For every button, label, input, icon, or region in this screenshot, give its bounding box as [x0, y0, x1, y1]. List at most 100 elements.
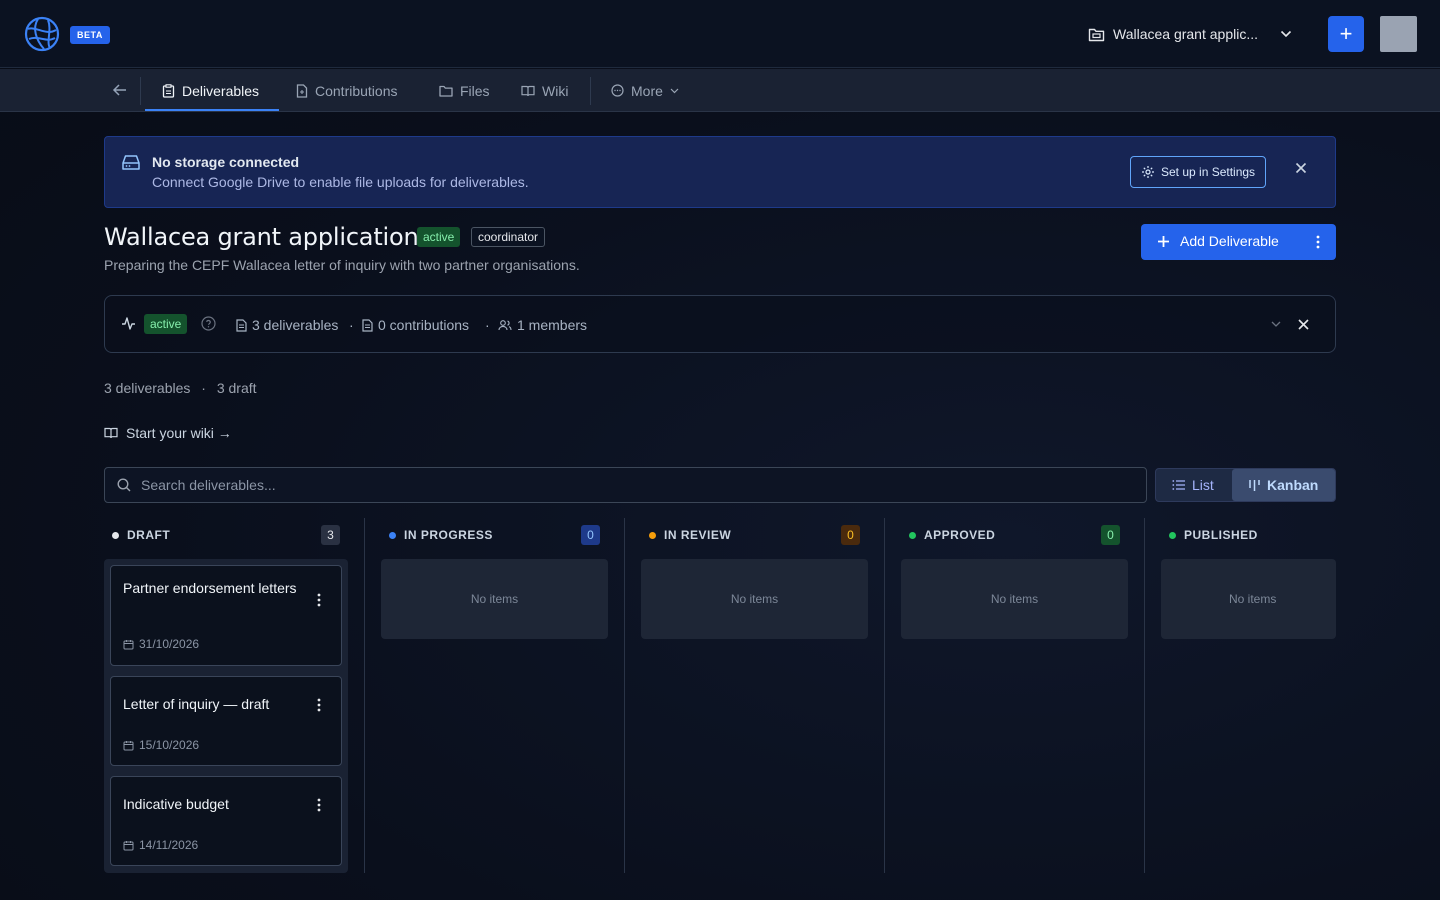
- deliverable-card[interactable]: Partner endorsement letters 31/10/2026: [110, 565, 342, 666]
- column-divider: [884, 518, 885, 873]
- tab-label: Wiki: [542, 82, 569, 99]
- start-wiki-link[interactable]: Start your wiki →: [104, 425, 232, 441]
- card-due-date: 15/10/2026: [123, 738, 199, 752]
- members-count-label: 1 members: [517, 317, 588, 333]
- setup-settings-label: Set up in Settings: [1161, 165, 1256, 179]
- storage-banner: No storage connected Connect Google Driv…: [104, 136, 1336, 208]
- more-vertical-icon[interactable]: [317, 798, 321, 812]
- status-dot: [1169, 531, 1176, 539]
- tab-files[interactable]: Files: [439, 69, 490, 112]
- column-header-approved: APPROVED: [909, 526, 995, 544]
- close-icon[interactable]: [1295, 162, 1307, 174]
- column-header-in-review: IN REVIEW: [649, 526, 731, 544]
- contributions-count: 0 contributions: [362, 317, 469, 333]
- card-title: Indicative budget: [123, 796, 229, 812]
- column-title: IN PROGRESS: [404, 528, 493, 542]
- more-vertical-icon[interactable]: [317, 698, 321, 712]
- search-bar: [104, 467, 1147, 503]
- view-toggle: List Kanban: [1155, 468, 1336, 502]
- calendar-icon: [123, 639, 134, 650]
- avatar[interactable]: [1380, 16, 1417, 52]
- column-divider: [624, 518, 625, 873]
- summary-draft: 3 draft: [216, 380, 257, 396]
- column-title: DRAFT: [127, 528, 171, 542]
- list-view-button[interactable]: List: [1172, 469, 1214, 501]
- separator: ·: [485, 317, 490, 333]
- card-title: Partner endorsement letters: [123, 580, 297, 596]
- kanban-view-label: Kanban: [1267, 477, 1319, 493]
- column-divider: [364, 518, 365, 873]
- file-text-icon: [236, 318, 247, 332]
- page-title: Wallacea grant application: [104, 223, 419, 251]
- members-count: 1 members: [498, 317, 587, 333]
- beta-badge: BETA: [70, 26, 110, 44]
- circle-dots-icon: [611, 84, 624, 97]
- column-title: PUBLISHED: [1184, 528, 1258, 542]
- chevron-down-icon[interactable]: [1271, 321, 1281, 328]
- file-text-icon: [362, 318, 373, 332]
- status-dot: [649, 531, 656, 539]
- divider: [590, 77, 591, 105]
- list-icon: [1172, 479, 1186, 491]
- column-title: APPROVED: [924, 528, 996, 542]
- banner-subtitle: Connect Google Drive to enable file uplo…: [152, 174, 529, 190]
- users-icon: [498, 319, 512, 331]
- empty-lane-approved: No items: [901, 559, 1128, 639]
- project-stats-card: active 3 deliverables · 0 contributions …: [104, 295, 1336, 353]
- status-dot: [909, 531, 916, 539]
- separator: ·: [349, 317, 354, 333]
- more-vertical-icon[interactable]: [1316, 235, 1320, 249]
- book-icon: [521, 85, 535, 97]
- calendar-icon: [123, 840, 134, 851]
- folder-icon: [1088, 27, 1105, 42]
- empty-lane-in-progress: No items: [381, 559, 608, 639]
- new-item-button[interactable]: +: [1328, 16, 1364, 52]
- column-divider: [1144, 518, 1145, 873]
- clipboard-icon: [162, 83, 175, 98]
- tab-deliverables[interactable]: Deliverables: [162, 69, 259, 112]
- card-date-label: 14/11/2026: [139, 838, 199, 852]
- card-due-date: 14/11/2026: [123, 838, 198, 852]
- divider: [140, 77, 141, 105]
- project-switcher-label: Wallacea grant applic...: [1113, 26, 1258, 42]
- project-description: Preparing the CEPF Wallacea letter of in…: [104, 257, 580, 273]
- book-icon: [104, 427, 118, 439]
- close-icon[interactable]: [1298, 319, 1309, 330]
- deliverable-card[interactable]: Letter of inquiry — draft 15/10/2026: [110, 676, 342, 766]
- globe-logo-icon[interactable]: [24, 16, 60, 52]
- setup-settings-button[interactable]: Set up in Settings: [1130, 156, 1267, 188]
- tab-contributions[interactable]: Contributions: [296, 69, 398, 112]
- deliverables-count-label: 3 deliverables: [252, 317, 339, 333]
- list-view-label: List: [1192, 477, 1214, 493]
- folder-icon: [439, 85, 453, 97]
- empty-lane-published: No items: [1161, 559, 1336, 639]
- gear-icon: [1141, 165, 1155, 179]
- status-dot: [389, 531, 396, 539]
- add-deliverable-label: Add Deliverable: [1180, 233, 1279, 249]
- add-deliverable-button[interactable]: Add Deliverable: [1141, 224, 1336, 260]
- status-badge: active: [144, 314, 188, 334]
- help-icon[interactable]: [201, 316, 216, 331]
- calendar-icon: [123, 740, 134, 751]
- back-arrow-icon[interactable]: [112, 82, 128, 98]
- separator: ·: [201, 380, 206, 396]
- banner-title: No storage connected: [152, 154, 300, 170]
- drive-icon: [121, 154, 141, 171]
- top-bar: BETA Wallacea grant applic... +: [0, 0, 1440, 68]
- column-count: 3: [321, 525, 340, 545]
- project-switcher[interactable]: Wallacea grant applic...: [1088, 20, 1292, 48]
- more-vertical-icon[interactable]: [317, 593, 321, 607]
- search-icon: [117, 478, 131, 492]
- activity-icon: [121, 316, 136, 331]
- tab-label: Files: [460, 82, 490, 99]
- empty-lane-in-review: No items: [641, 559, 868, 639]
- tab-label: More: [631, 82, 663, 99]
- kanban-view-button[interactable]: Kanban: [1232, 469, 1335, 501]
- tab-more[interactable]: More: [611, 69, 679, 112]
- tab-wiki[interactable]: Wiki: [521, 69, 568, 112]
- column-count: 0: [841, 525, 860, 545]
- tab-label: Deliverables: [182, 82, 260, 99]
- deliverable-card[interactable]: Indicative budget 14/11/2026: [110, 776, 342, 866]
- deliverables-summary: 3 deliverables · 3 draft: [104, 380, 257, 396]
- search-input[interactable]: [141, 477, 1121, 493]
